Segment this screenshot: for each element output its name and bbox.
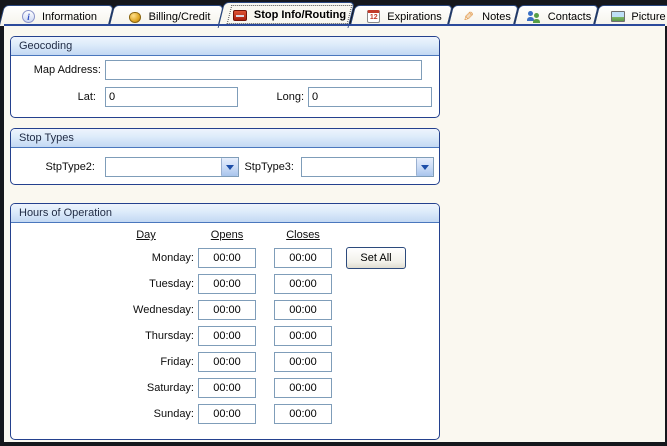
- closes-input-friday[interactable]: [274, 352, 332, 372]
- money-bag-icon: [128, 10, 143, 24]
- contacts-icon: [527, 10, 542, 24]
- hours-of-operation-groupbox: Hours of Operation Day Opens Closes Mond…: [10, 203, 440, 440]
- opens-input-friday[interactable]: [198, 352, 256, 372]
- tab-information[interactable]: i Information: [4, 5, 114, 26]
- calendar-icon: 12: [366, 10, 381, 24]
- closes-input-saturday[interactable]: [274, 378, 332, 398]
- closes-input-wednesday[interactable]: [274, 300, 332, 320]
- closes-input-monday[interactable]: [274, 248, 332, 268]
- opens-input-monday[interactable]: [198, 248, 256, 268]
- day-label-tuesday: Tuesday:: [149, 278, 194, 290]
- opens-input-tuesday[interactable]: [198, 274, 256, 294]
- closes-input-tuesday[interactable]: [274, 274, 332, 294]
- map-address-label: Map Address:: [33, 64, 101, 76]
- day-label-monday: Monday:: [151, 252, 194, 264]
- long-input[interactable]: [308, 87, 432, 107]
- day-label-sunday: Sunday:: [153, 408, 194, 420]
- opens-input-wednesday[interactable]: [198, 300, 256, 320]
- map-address-input[interactable]: [105, 60, 422, 80]
- lat-label: Lat:: [77, 91, 96, 103]
- closes-input-thursday[interactable]: [274, 326, 332, 346]
- stop-detail-window: i Information Billing/Credit Stop Info/R…: [0, 0, 667, 446]
- lat-input[interactable]: [105, 87, 238, 107]
- routing-icon: [233, 8, 248, 22]
- set-all-button[interactable]: Set All: [346, 247, 406, 269]
- opens-column-header: Opens: [210, 229, 244, 241]
- geocoding-groupbox: Geocoding Map Address: Lat: Long:: [10, 36, 440, 118]
- stptype2-dropdown[interactable]: [105, 157, 239, 177]
- opens-input-saturday[interactable]: [198, 378, 256, 398]
- opens-input-sunday[interactable]: [198, 404, 256, 424]
- tab-picture[interactable]: Picture: [599, 5, 667, 26]
- tab-contacts[interactable]: Contacts: [519, 5, 599, 26]
- stop-types-header: Stop Types: [11, 129, 439, 148]
- pencil-icon: ✎: [463, 9, 475, 24]
- tab-notes[interactable]: ✎ Notes: [453, 5, 519, 26]
- tab-billing-credit[interactable]: Billing/Credit: [114, 5, 224, 26]
- day-column-header: Day: [136, 229, 156, 241]
- long-label: Long:: [276, 91, 304, 103]
- stop-info-routing-panel: Geocoding Map Address: Lat: Long: Stop T…: [4, 26, 665, 442]
- day-label-friday: Friday:: [160, 356, 194, 368]
- opens-input-thursday[interactable]: [198, 326, 256, 346]
- tab-bar: i Information Billing/Credit Stop Info/R…: [4, 2, 667, 26]
- stptype2-label: StpType2:: [45, 161, 95, 173]
- stptype3-label: StpType3:: [244, 161, 294, 173]
- info-icon: i: [21, 10, 36, 24]
- closes-input-sunday[interactable]: [274, 404, 332, 424]
- day-label-thursday: Thursday:: [145, 330, 194, 342]
- stptype3-value: [302, 158, 416, 176]
- day-label-saturday: Saturday:: [146, 382, 194, 394]
- stop-types-groupbox: Stop Types StpType2: StpType3:: [10, 128, 440, 185]
- day-label-wednesday: Wednesday:: [133, 304, 194, 316]
- closes-column-header: Closes: [286, 229, 320, 241]
- tab-stop-info-routing[interactable]: Stop Info/Routing: [224, 2, 355, 26]
- stptype3-dropdown[interactable]: [301, 157, 434, 177]
- chevron-down-icon[interactable]: [416, 158, 433, 176]
- picture-icon: [610, 10, 625, 24]
- hours-header: Hours of Operation: [11, 204, 439, 223]
- geocoding-header: Geocoding: [11, 37, 439, 56]
- tab-bar-divider: [4, 24, 665, 26]
- stptype2-value: [106, 158, 221, 176]
- tab-expirations[interactable]: 12 Expirations: [355, 5, 453, 26]
- chevron-down-icon[interactable]: [221, 158, 238, 176]
